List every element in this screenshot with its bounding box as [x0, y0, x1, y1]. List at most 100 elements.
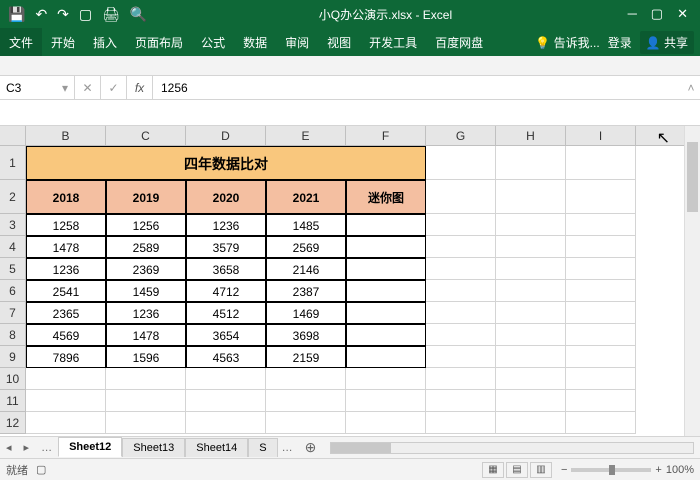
cell[interactable] — [496, 412, 566, 434]
cell[interactable] — [426, 368, 496, 390]
cell[interactable] — [426, 324, 496, 346]
cell[interactable]: 1485 — [266, 214, 346, 236]
more-sheets-icon[interactable]: … — [278, 442, 297, 454]
cell[interactable] — [566, 346, 636, 368]
cell[interactable]: 2159 — [266, 346, 346, 368]
enter-formula-button[interactable]: ✓ — [101, 76, 127, 99]
tab-data[interactable]: 数据 — [234, 28, 276, 56]
tab-dev[interactable]: 开发工具 — [360, 28, 426, 56]
cell[interactable] — [426, 180, 496, 214]
cell[interactable]: 2589 — [106, 236, 186, 258]
cell[interactable] — [566, 412, 636, 434]
cell[interactable] — [496, 180, 566, 214]
cell[interactable] — [496, 324, 566, 346]
cell[interactable]: 4563 — [186, 346, 266, 368]
cell[interactable] — [566, 236, 636, 258]
cell[interactable] — [26, 390, 106, 412]
cell[interactable] — [26, 412, 106, 434]
cell[interactable]: 3698 — [266, 324, 346, 346]
formula-input[interactable]: 1256 — [153, 81, 682, 95]
column-header[interactable]: G — [426, 126, 496, 145]
macro-record-icon[interactable]: ▢ — [36, 463, 46, 476]
cell[interactable] — [566, 180, 636, 214]
horizontal-scrollbar[interactable] — [330, 442, 694, 454]
row-header[interactable]: 4 — [0, 236, 26, 258]
row-header[interactable]: 3 — [0, 214, 26, 236]
close-button[interactable]: ✕ — [677, 6, 688, 22]
cell[interactable]: 1236 — [186, 214, 266, 236]
cell[interactable] — [266, 412, 346, 434]
view-normal-button[interactable]: ▦ — [482, 462, 504, 478]
sheet-tab[interactable]: Sheet14 — [185, 438, 248, 457]
cell[interactable]: 1596 — [106, 346, 186, 368]
cell[interactable] — [566, 390, 636, 412]
cell[interactable]: 4712 — [186, 280, 266, 302]
cell[interactable]: 1459 — [106, 280, 186, 302]
cell[interactable] — [566, 258, 636, 280]
cell[interactable] — [346, 236, 426, 258]
cell[interactable] — [496, 236, 566, 258]
cell[interactable]: 1478 — [106, 324, 186, 346]
cell[interactable]: 7896 — [26, 346, 106, 368]
cell[interactable]: 3579 — [186, 236, 266, 258]
cell[interactable] — [426, 412, 496, 434]
new-icon[interactable]: ▢ — [79, 6, 92, 23]
tab-insert[interactable]: 插入 — [84, 28, 126, 56]
cell[interactable]: 3654 — [186, 324, 266, 346]
cell[interactable] — [426, 258, 496, 280]
cell[interactable]: 1236 — [26, 258, 106, 280]
sheet-nav-next[interactable]: ▸ — [18, 441, 36, 454]
cell[interactable]: 2387 — [266, 280, 346, 302]
cell[interactable] — [186, 368, 266, 390]
cell[interactable] — [426, 390, 496, 412]
cell[interactable] — [566, 280, 636, 302]
view-pagelayout-button[interactable]: ▤ — [506, 462, 528, 478]
cancel-formula-button[interactable]: ✕ — [75, 76, 101, 99]
cell[interactable]: 2569 — [266, 236, 346, 258]
ref-edit-area[interactable] — [0, 100, 700, 126]
column-header[interactable]: E — [266, 126, 346, 145]
cell[interactable] — [496, 258, 566, 280]
row-header[interactable]: 5 — [0, 258, 26, 280]
cell[interactable]: 1478 — [26, 236, 106, 258]
row-header[interactable]: 7 — [0, 302, 26, 324]
tab-view[interactable]: 视图 — [318, 28, 360, 56]
cell[interactable] — [346, 280, 426, 302]
tab-file[interactable]: 文件 — [0, 28, 42, 56]
cell[interactable]: 2369 — [106, 258, 186, 280]
row-header[interactable]: 2 — [0, 180, 26, 214]
cell[interactable] — [426, 346, 496, 368]
expand-formula-icon[interactable]: ˄ — [682, 81, 700, 95]
cell[interactable]: 4569 — [26, 324, 106, 346]
maximize-button[interactable]: ▢ — [651, 6, 663, 22]
sheet-tab-active[interactable]: Sheet12 — [58, 437, 122, 457]
save-icon[interactable]: 💾 — [8, 6, 25, 23]
cell[interactable] — [426, 302, 496, 324]
cell[interactable] — [566, 214, 636, 236]
zoom-level[interactable]: 100% — [666, 464, 694, 476]
cell[interactable]: 3658 — [186, 258, 266, 280]
cell[interactable] — [426, 280, 496, 302]
cell[interactable] — [346, 258, 426, 280]
add-sheet-button[interactable]: ⊕ — [297, 439, 325, 456]
column-header[interactable]: F — [346, 126, 426, 145]
preview-icon[interactable]: 🔍 — [130, 6, 147, 23]
zoom-out-button[interactable]: − — [561, 464, 567, 476]
zoom-in-button[interactable]: + — [655, 464, 661, 476]
tab-review[interactable]: 审阅 — [276, 28, 318, 56]
cell[interactable] — [496, 146, 566, 180]
print-icon[interactable]: 🖨 — [102, 6, 120, 23]
view-pagebreak-button[interactable]: ▥ — [530, 462, 552, 478]
sheet-tab[interactable]: S — [248, 438, 277, 457]
cell[interactable] — [266, 368, 346, 390]
row-header[interactable]: 11 — [0, 390, 26, 412]
cell[interactable] — [496, 346, 566, 368]
cell[interactable] — [496, 390, 566, 412]
column-header[interactable]: C — [106, 126, 186, 145]
cell[interactable]: 2365 — [26, 302, 106, 324]
row-header[interactable]: 1 — [0, 146, 26, 180]
cell[interactable] — [346, 412, 426, 434]
tab-baidu[interactable]: 百度网盘 — [426, 28, 492, 56]
column-header[interactable]: B — [26, 126, 106, 145]
cell[interactable] — [106, 412, 186, 434]
